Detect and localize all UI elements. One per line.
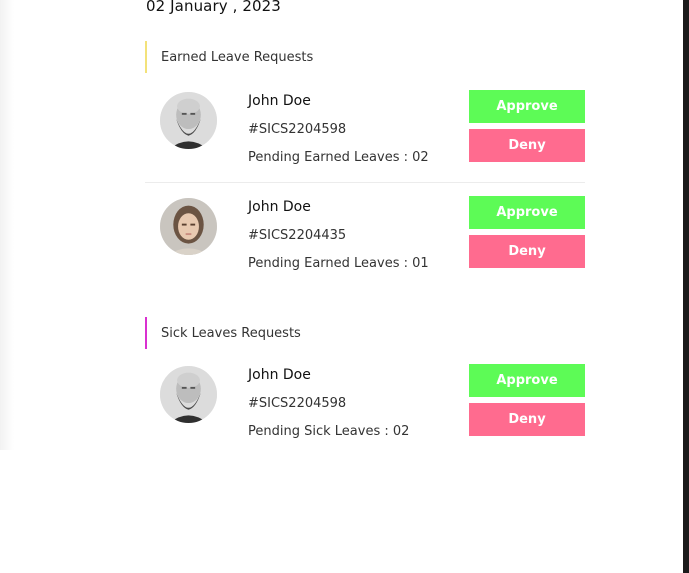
avatar	[160, 366, 217, 423]
employee-name: John Doe	[248, 199, 311, 215]
approve-button[interactable]: Approve	[469, 90, 585, 123]
deny-button[interactable]: Deny	[469, 129, 585, 162]
divider	[145, 182, 585, 183]
section-title-text: Sick Leaves Requests	[161, 325, 301, 341]
deny-button[interactable]: Deny	[469, 235, 585, 268]
panel-shadow	[0, 0, 14, 450]
approve-button[interactable]: Approve	[469, 364, 585, 397]
leave-request-card: John Doe #SICS2204435 Pending Earned Lea…	[145, 196, 585, 296]
leave-request-card: John Doe #SICS2204598 Pending Sick Leave…	[145, 364, 585, 464]
section-title-text: Earned Leave Requests	[161, 49, 314, 65]
leave-request-card: John Doe #SICS2204598 Pending Earned Lea…	[145, 90, 585, 190]
employee-name: John Doe	[248, 367, 311, 383]
woman-avatar	[160, 198, 217, 255]
employee-id: #SICS2204598	[248, 396, 347, 411]
bearded-man-avatar	[160, 92, 217, 149]
approve-button[interactable]: Approve	[469, 196, 585, 229]
earned-leave-section-title: Earned Leave Requests	[145, 41, 313, 73]
bearded-man-avatar	[160, 366, 217, 423]
avatar	[160, 198, 217, 255]
employee-id: #SICS2204598	[248, 122, 347, 137]
current-date: 02 January , 2023	[146, 0, 281, 15]
employee-id: #SICS2204435	[248, 228, 347, 243]
avatar	[160, 92, 217, 149]
deny-button[interactable]: Deny	[469, 403, 585, 436]
scrollbar-edge	[683, 0, 689, 573]
sick-leave-section-title: Sick Leaves Requests	[145, 317, 301, 349]
pending-leaves: Pending Sick Leaves : 02	[248, 424, 410, 439]
pending-leaves: Pending Earned Leaves : 01	[248, 256, 429, 271]
employee-name: John Doe	[248, 93, 311, 109]
pending-leaves: Pending Earned Leaves : 02	[248, 150, 429, 165]
